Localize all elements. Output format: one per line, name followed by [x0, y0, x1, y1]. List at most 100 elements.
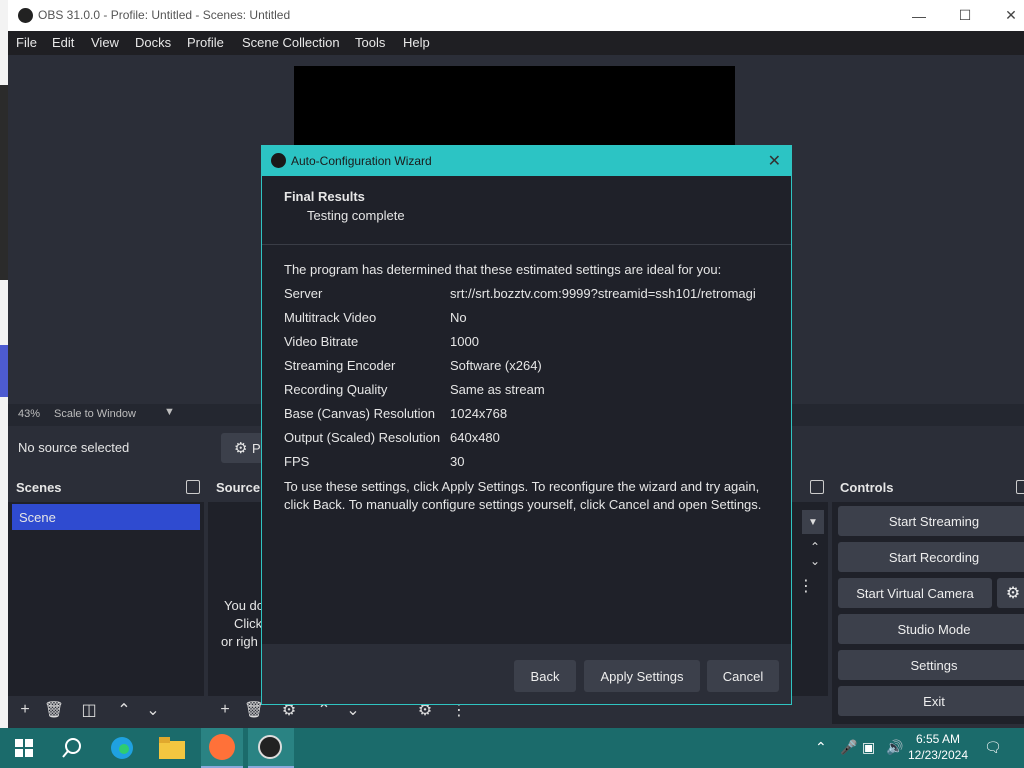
volume-icon[interactable]: 🔊 [886, 739, 903, 756]
sources-title: Source [216, 480, 261, 495]
menu-help[interactable]: Help [403, 35, 430, 50]
result-value: srt://srt.bozztv.com:9999?streamid=ssh10… [450, 286, 756, 301]
edge-browser-icon[interactable] [108, 734, 136, 762]
filter-icon[interactable]: ◫ [78, 699, 100, 721]
scale-mode-select[interactable]: Scale to Window [54, 408, 136, 420]
properties-label: P [252, 441, 261, 456]
undock-icon[interactable] [186, 480, 200, 494]
studio-mode-button[interactable]: Studio Mode [838, 614, 1024, 644]
network-icon[interactable]: ▣ [862, 739, 875, 756]
taskbar: ⌃ 🎤 ▣ 🔊 6:55 AM 12/23/2024 🗨 [0, 728, 1024, 768]
exit-button[interactable]: Exit [838, 686, 1024, 716]
search-icon[interactable] [58, 734, 86, 762]
menu-file[interactable]: File [16, 35, 37, 50]
results-instructions: To use these settings, click Apply Setti… [284, 479, 762, 512]
result-label: Streaming Encoder [284, 358, 396, 373]
result-value: 1000 [450, 334, 479, 349]
undock-icon[interactable] [810, 480, 824, 494]
chevron-up-icon[interactable]: ⌃ [815, 739, 827, 756]
cancel-button[interactable]: Cancel [707, 660, 779, 692]
add-source-icon[interactable]: + [214, 699, 236, 721]
file-explorer-icon[interactable] [158, 734, 186, 762]
no-source-label: No source selected [18, 440, 130, 455]
settings-button[interactable]: Settings [838, 650, 1024, 680]
result-label: Output (Scaled) Resolution [284, 430, 441, 445]
desktop-edge [0, 0, 8, 728]
firefox-taskbar-slot[interactable] [201, 728, 243, 768]
windows-start-icon[interactable] [10, 734, 38, 762]
microphone-icon[interactable]: 🎤 [840, 739, 857, 756]
obs-logo-icon [258, 735, 282, 759]
firefox-icon [209, 734, 235, 760]
zoom-level: 43% [18, 408, 41, 420]
dialog-titlebar: Auto-Configuration Wizard ✕ [262, 146, 791, 176]
maximize-button[interactable]: ☐ [942, 0, 988, 31]
start-recording-button[interactable]: Start Recording [838, 542, 1024, 572]
window-title: OBS 31.0.0 - Profile: Untitled - Scenes:… [38, 8, 291, 22]
menu-edit[interactable]: Edit [52, 35, 74, 50]
result-label: Server [284, 286, 323, 301]
dialog-heading: Final Results [284, 189, 365, 204]
scenes-toolbar: + 🗑 ◫ ⌃ ⌄ [8, 696, 204, 724]
scene-list-item[interactable]: Scene [12, 504, 200, 530]
window-titlebar: OBS 31.0.0 - Profile: Untitled - Scenes:… [8, 0, 1024, 31]
results-intro: The program has determined that these es… [284, 262, 722, 277]
start-virtual-camera-button[interactable]: Start Virtual Camera [838, 578, 992, 608]
more-options-icon[interactable]: ⋮ [798, 576, 814, 596]
gear-icon: ⚙ [234, 440, 248, 457]
move-down-icon[interactable]: ⌄ [142, 699, 164, 721]
sources-empty-text-2: Click [234, 616, 263, 631]
sources-empty-text-1: You do [224, 598, 265, 613]
scenes-title: Scenes [16, 480, 62, 495]
menu-bar: File Edit View Docks Profile Scene Colle… [8, 31, 1024, 55]
start-streaming-button[interactable]: Start Streaming [838, 506, 1024, 536]
result-label: Video Bitrate [284, 334, 359, 349]
controls-header: Controls [832, 474, 1024, 502]
dialog-subheading: Testing complete [307, 208, 405, 223]
dialog-header: Final Results Testing complete [262, 176, 791, 244]
menu-view[interactable]: View [91, 35, 119, 50]
chevron-down-icon[interactable]: ▼ [164, 406, 175, 418]
menu-tools[interactable]: Tools [355, 35, 385, 50]
auto-config-dialog: Auto-Configuration Wizard ✕ Final Result… [261, 145, 792, 705]
clock-date: 12/23/2024 [907, 748, 968, 762]
result-label: Multitrack Video [284, 310, 377, 325]
chevron-down-icon[interactable]: ▼ [802, 510, 824, 534]
spin-up-icon[interactable]: ⌃ [810, 540, 820, 554]
clock-time: 6:55 AM [915, 732, 960, 746]
obs-logo-icon [18, 8, 33, 23]
notifications-icon[interactable]: 🗨 [984, 739, 1002, 756]
sources-empty-text-3: or righ [221, 634, 258, 649]
desktop-edge-dark [0, 85, 8, 280]
system-clock[interactable]: 6:55 AM 12/23/2024 [908, 731, 968, 763]
obs-logo-icon [271, 153, 286, 168]
menu-scene-collection[interactable]: Scene Collection [242, 35, 340, 50]
undock-icon[interactable] [1016, 480, 1024, 494]
add-scene-icon[interactable]: + [14, 699, 36, 721]
gear-icon[interactable]: ⚙ [997, 578, 1024, 608]
spin-down-icon[interactable]: ⌄ [810, 554, 820, 568]
dialog-title: Auto-Configuration Wizard [291, 154, 432, 168]
scenes-dock: Scenes Scene + 🗑 ◫ ⌃ ⌄ [8, 474, 204, 724]
result-value: Software (x264) [450, 358, 542, 373]
result-value: 640x480 [450, 430, 500, 445]
menu-profile[interactable]: Profile [187, 35, 224, 50]
result-value: No [450, 310, 467, 325]
menu-docks[interactable]: Docks [135, 35, 171, 50]
result-label: FPS [284, 454, 310, 469]
close-icon[interactable]: ✕ [768, 151, 781, 171]
back-button[interactable]: Back [514, 660, 576, 692]
scenes-header: Scenes [8, 474, 204, 502]
apply-settings-button[interactable]: Apply Settings [584, 660, 700, 692]
move-up-icon[interactable]: ⌃ [113, 699, 135, 721]
close-window-button[interactable]: ✕ [988, 0, 1024, 31]
trash-icon[interactable]: 🗑 [43, 699, 65, 721]
result-value: 30 [450, 454, 465, 469]
controls-dock: Controls Start Streaming Start Recording… [832, 474, 1024, 724]
obs-taskbar-slot[interactable] [248, 728, 294, 768]
scene-item-label: Scene [19, 510, 56, 525]
minimize-button[interactable]: — [896, 0, 942, 31]
result-value: Same as stream [450, 382, 545, 397]
result-label: Base (Canvas) Resolution [284, 406, 436, 421]
controls-title: Controls [840, 480, 894, 495]
